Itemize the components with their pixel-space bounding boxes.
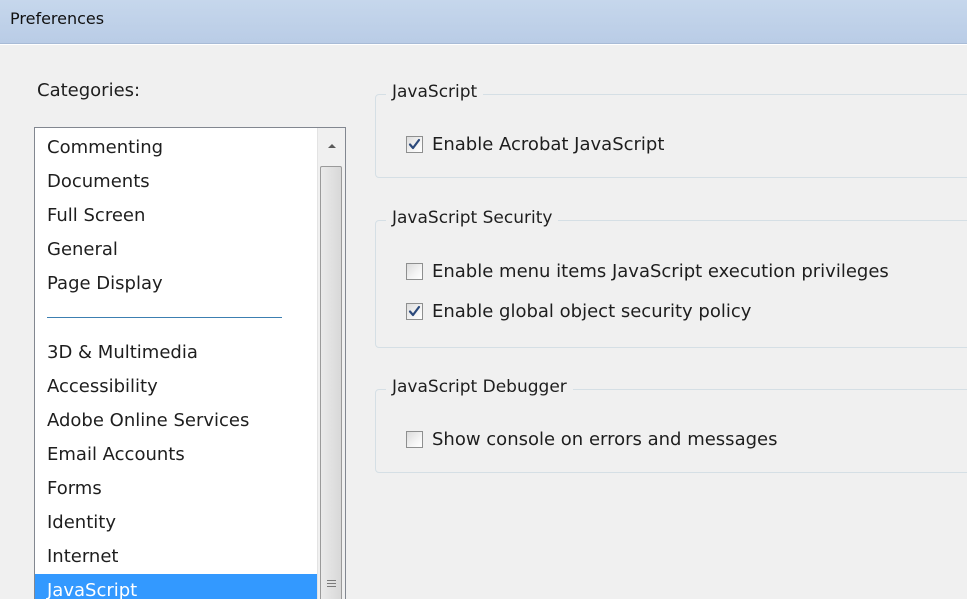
global-object-security-option[interactable]: Enable global object security policy	[406, 299, 751, 323]
category-item-commenting[interactable]: Commenting	[35, 131, 317, 165]
group-javascript-debugger: JavaScript Debugger Show console on erro…	[375, 377, 967, 473]
group-title-javascript-security: JavaScript Security	[386, 208, 559, 228]
menu-items-privileges-checkbox[interactable]	[406, 262, 423, 280]
category-item-identity[interactable]: Identity	[35, 506, 317, 540]
show-console-label: Show console on errors and messages	[432, 428, 778, 450]
category-item-internet[interactable]: Internet	[35, 540, 317, 574]
menu-items-privileges-label: Enable menu items JavaScript execution p…	[432, 260, 889, 282]
checkmark-icon	[408, 305, 421, 316]
categories-label: Categories:	[37, 80, 141, 101]
show-console-checkbox[interactable]	[406, 430, 423, 448]
category-item-general[interactable]: General	[35, 233, 317, 267]
category-separator	[47, 317, 282, 318]
global-object-security-label: Enable global object security policy	[432, 300, 752, 322]
group-title-javascript: JavaScript	[386, 82, 484, 102]
enable-acrobat-javascript-label: Enable Acrobat JavaScript	[432, 133, 665, 155]
enable-acrobat-javascript-option[interactable]: Enable Acrobat JavaScript	[406, 132, 664, 156]
category-item-documents[interactable]: Documents	[35, 165, 317, 199]
category-item-accessibility[interactable]: Accessibility	[35, 370, 317, 404]
category-item-adobe-online-services[interactable]: Adobe Online Services	[35, 404, 317, 438]
category-item-full-screen[interactable]: Full Screen	[35, 199, 317, 233]
category-item-email-accounts[interactable]: Email Accounts	[35, 438, 317, 472]
categories-list: Commenting Documents Full Screen General…	[35, 131, 317, 599]
global-object-security-checkbox[interactable]	[406, 302, 423, 320]
group-title-javascript-debugger: JavaScript Debugger	[386, 377, 573, 397]
title-bar[interactable]: Preferences	[0, 0, 967, 44]
show-console-option[interactable]: Show console on errors and messages	[406, 427, 777, 451]
category-item-page-display[interactable]: Page Display	[35, 267, 317, 301]
checkmark-icon	[408, 138, 421, 149]
divider	[0, 44, 967, 45]
menu-items-privileges-option[interactable]: Enable menu items JavaScript execution p…	[406, 259, 889, 283]
category-item-forms[interactable]: Forms	[35, 472, 317, 506]
scroll-up-arrow-icon[interactable]	[318, 128, 345, 166]
enable-acrobat-javascript-checkbox[interactable]	[406, 135, 423, 153]
category-item-javascript[interactable]: JavaScript	[35, 574, 317, 599]
group-javascript-security: JavaScript Security Enable menu items Ja…	[375, 208, 967, 348]
categories-listbox[interactable]: Commenting Documents Full Screen General…	[34, 127, 346, 599]
scroll-thumb-grip-icon	[327, 580, 336, 589]
scroll-thumb[interactable]	[320, 166, 342, 599]
categories-scrollbar[interactable]	[317, 128, 345, 599]
preferences-window: Preferences Categories: Commenting Docum…	[0, 0, 967, 599]
window-title: Preferences	[10, 9, 105, 28]
group-javascript: JavaScript Enable Acrobat JavaScript	[375, 82, 967, 178]
category-item-3d-multimedia[interactable]: 3D & Multimedia	[35, 336, 317, 370]
